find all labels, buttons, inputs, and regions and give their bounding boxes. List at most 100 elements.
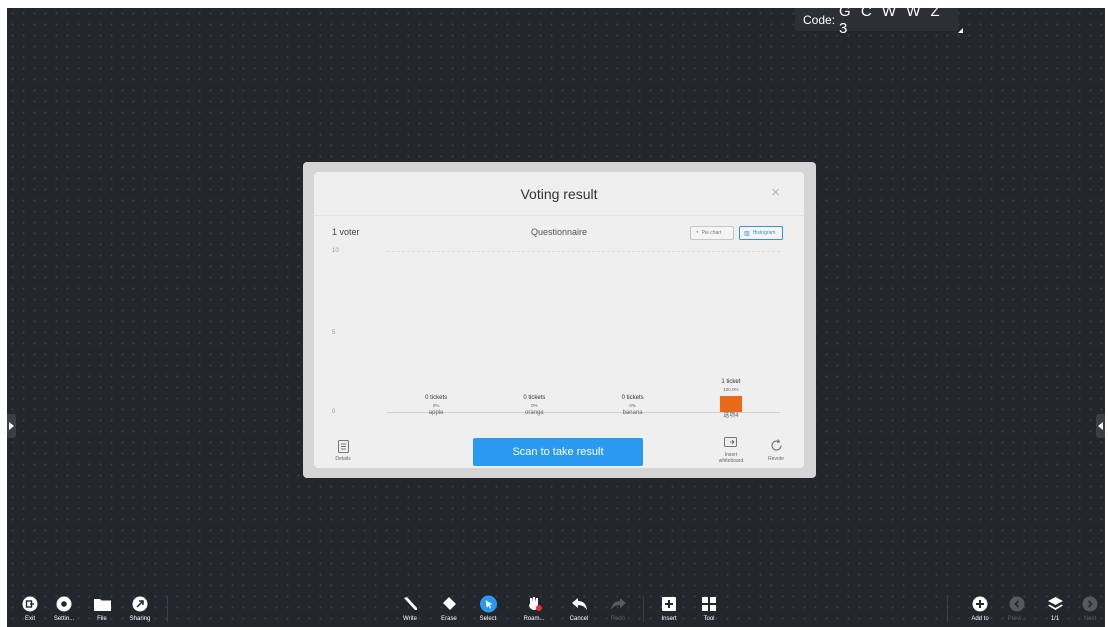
tool-button[interactable]: Tool: [691, 595, 727, 622]
exit-icon: [22, 595, 39, 612]
y-tick-label: 0: [332, 409, 336, 415]
file-label: File: [97, 616, 107, 622]
select-button[interactable]: Select: [470, 595, 506, 622]
add-icon: [972, 595, 989, 612]
next-label: Next: [1083, 616, 1097, 622]
toolbar-divider: [947, 596, 948, 622]
pie-chart-label: Pie chart: [701, 230, 722, 236]
revote-button[interactable]: Revote: [766, 439, 786, 462]
insert-whiteboard-icon: [724, 437, 737, 447]
arrow-left-icon: [1098, 422, 1103, 430]
details-button[interactable]: Details: [334, 440, 352, 462]
write-button[interactable]: Write: [392, 595, 428, 622]
select-icon: [479, 595, 497, 612]
insert-icon: [661, 595, 678, 612]
tool-label: Tool: [703, 616, 715, 622]
details-label: Details: [335, 456, 351, 462]
y-tick-label: 5: [332, 330, 336, 336]
revote-label: Revote: [768, 456, 784, 462]
previous-label: Previ...: [1007, 616, 1027, 622]
bar-ticket-count: 0 tickets: [523, 395, 546, 401]
add-to-label: Add to: [971, 616, 989, 622]
insert-button[interactable]: Insert: [651, 595, 687, 622]
dialog-title: Voting result: [520, 186, 598, 202]
arrow-right-icon: [9, 422, 14, 430]
scan-to-take-result-button[interactable]: Scan to take result: [473, 438, 643, 466]
sharing-button[interactable]: Sharing: [122, 595, 158, 622]
gear-icon: [56, 595, 73, 612]
sharing-label: Sharing: [129, 616, 151, 622]
gridline: [387, 251, 780, 252]
exit-button[interactable]: Exit: [12, 595, 48, 622]
layers-icon: [1047, 595, 1064, 612]
exit-label: Exit: [24, 616, 35, 622]
previous-page-button[interactable]: Previ...: [999, 595, 1035, 622]
cancel-label: Cancel: [569, 616, 589, 622]
file-button[interactable]: File: [84, 595, 120, 622]
page-count-label: 1/1: [1050, 616, 1060, 622]
details-icon: [337, 440, 349, 453]
bar-value-label: 1 ticket 100.0%: [706, 379, 756, 393]
cancel-button[interactable]: Cancel: [561, 595, 597, 622]
toolbar-divider: [643, 596, 644, 622]
erase-button[interactable]: Erase: [431, 595, 467, 622]
revote-icon: [770, 439, 782, 451]
settings-button[interactable]: Settin...: [46, 595, 82, 622]
undo-icon: [571, 595, 588, 612]
voting-result-dialog: Voting result × 1 voter Questionnaire ◔ …: [314, 172, 804, 468]
whiteboard-canvas[interactable]: Code: G C W W Z 3 Voting result × 1 vote…: [7, 8, 1105, 627]
tool-grid-icon: [701, 595, 718, 612]
redo-label: Redo: [610, 616, 626, 622]
close-icon[interactable]: ×: [771, 185, 780, 201]
room-code-value: G C W W Z 3: [839, 8, 943, 37]
pie-chart-toggle[interactable]: ◔ Pie chart: [690, 226, 734, 240]
folder-icon: [93, 595, 111, 612]
redo-icon: [610, 595, 627, 612]
eraser-icon: [441, 595, 458, 612]
pen-icon: [402, 595, 419, 612]
histogram-icon: ▥: [744, 230, 750, 237]
bar-percent: 100.0%: [723, 386, 739, 392]
bar-ticket-count: 0 tickets: [425, 395, 448, 401]
write-label: Write: [403, 616, 417, 622]
share-icon: [132, 595, 149, 612]
next-page-button[interactable]: Next: [1072, 595, 1108, 622]
add-page-button[interactable]: Add to: [962, 595, 998, 622]
divider: [314, 215, 804, 216]
bar-percent: 0%: [531, 403, 538, 408]
erase-label: Erase: [441, 616, 457, 622]
histogram-chart: 10 5 0 0 tickets 0% apple 0 tickets 0% orange…: [332, 248, 792, 423]
bar-value-label: 0 tickets 0%: [509, 395, 559, 409]
histogram-label: Histogram: [752, 230, 776, 236]
bar-ticket-count: 1 ticket: [721, 378, 741, 385]
room-code-badge: Code: G C W W Z 3: [795, 8, 963, 37]
previous-icon: [1009, 595, 1026, 612]
category-label: banana: [622, 410, 643, 416]
bar-value-label: 0 tickets 0%: [608, 395, 658, 409]
voting-result-dialog-frame: Voting result × 1 voter Questionnaire ◔ …: [303, 162, 816, 478]
hand-icon: [526, 595, 543, 612]
bar-percent: 0%: [629, 403, 636, 408]
category-label: apple: [428, 410, 444, 416]
category-label: orange: [525, 410, 544, 416]
redo-button[interactable]: Redo: [600, 595, 636, 622]
category-label: 选项4: [723, 413, 739, 419]
roam-label: Roam...: [523, 616, 545, 622]
right-panel-toggle[interactable]: [1096, 414, 1105, 438]
bottom-toolbar: Exit Settin... File Sharing Write Erase …: [7, 590, 1105, 627]
next-icon: [1082, 595, 1099, 612]
y-tick-label: 10: [332, 248, 339, 254]
settings-label: Settin...: [53, 616, 75, 622]
bar-percent: 0%: [432, 403, 440, 408]
roam-button[interactable]: Roam...: [516, 595, 552, 622]
pages-button[interactable]: 1/1: [1037, 595, 1073, 622]
select-label: Select: [479, 616, 497, 622]
insert-label: Insert: [661, 616, 677, 622]
toolbar-divider: [167, 596, 168, 622]
bar-ticket-count: 0 tickets: [621, 395, 644, 401]
histogram-toggle[interactable]: ▥ Histogram: [739, 226, 783, 240]
left-panel-toggle[interactable]: [7, 414, 16, 438]
insert-whiteboard-button[interactable]: Insert whiteboard: [716, 437, 746, 464]
insert-whiteboard-label: Insert whiteboard: [718, 452, 744, 464]
corner-resize-icon: [958, 28, 963, 33]
